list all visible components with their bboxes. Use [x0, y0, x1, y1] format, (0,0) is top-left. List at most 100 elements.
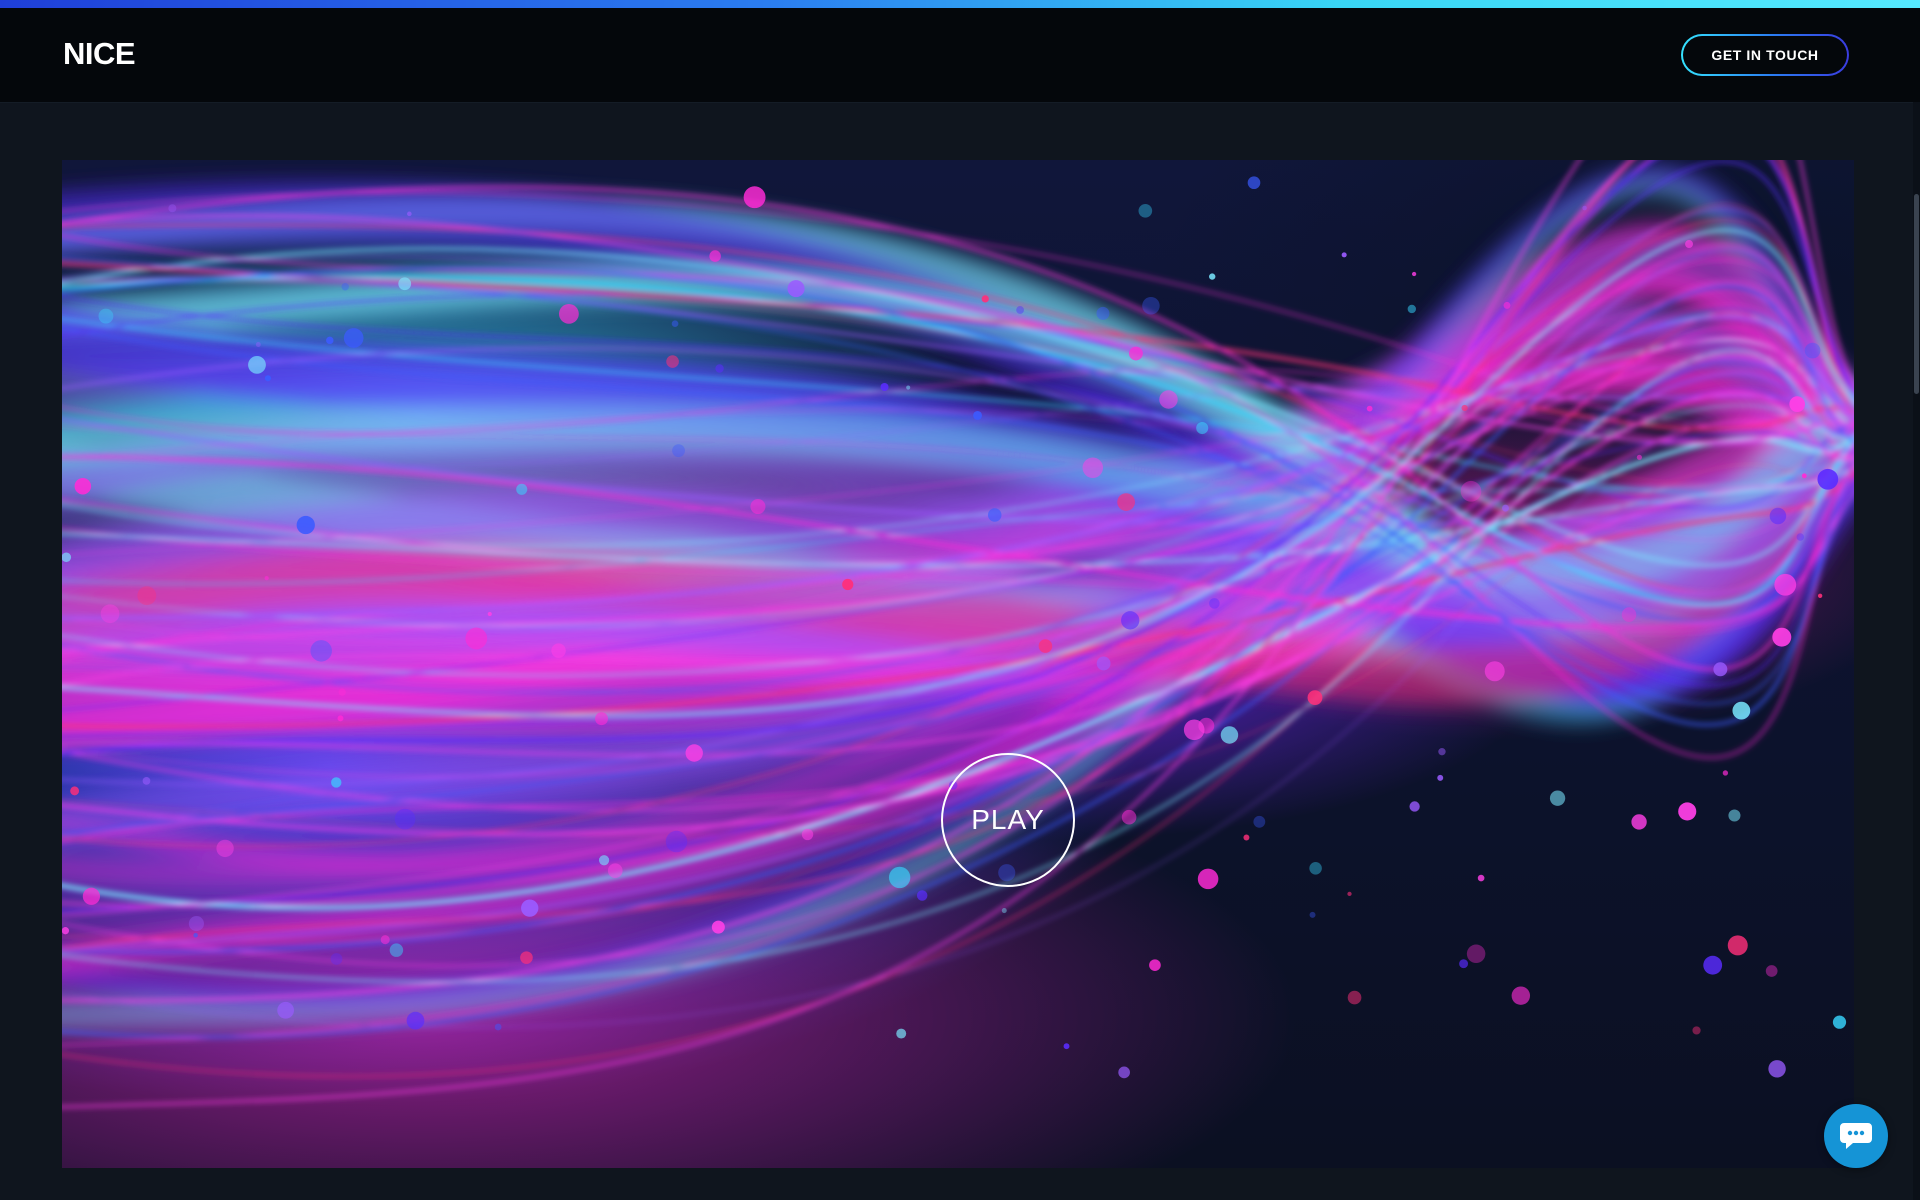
bokeh-particle — [880, 382, 889, 392]
bokeh-particle — [711, 920, 725, 934]
bokeh-particle — [1768, 1060, 1786, 1078]
bokeh-particle — [685, 744, 703, 762]
bokeh-particle — [310, 640, 332, 662]
bokeh-particle — [750, 498, 766, 515]
bokeh-particle — [1804, 342, 1821, 359]
bokeh-particle — [981, 295, 989, 303]
bokeh-particle — [1409, 801, 1420, 812]
bokeh-particle — [671, 320, 679, 328]
bokeh-particle — [330, 953, 343, 965]
bokeh-particle — [1309, 862, 1322, 875]
bokeh-particle — [1159, 390, 1178, 409]
top-accent-bar — [0, 0, 1920, 8]
bokeh-particle — [1796, 533, 1805, 541]
bokeh-particle — [193, 932, 198, 938]
bokeh-particle — [1366, 405, 1373, 412]
bokeh-particle — [1549, 790, 1566, 806]
bokeh-particle — [516, 483, 528, 495]
bokeh-particle — [1461, 404, 1468, 412]
bokeh-particle — [665, 830, 688, 853]
bokeh-particle — [1636, 454, 1642, 460]
bokeh-particle — [1466, 944, 1486, 964]
bokeh-particle — [264, 375, 272, 382]
bokeh-particle — [1477, 874, 1485, 882]
bokeh-particle — [1096, 656, 1111, 671]
bokeh-particle — [1727, 935, 1748, 956]
bokeh-particle — [1678, 802, 1697, 821]
bokeh-particle — [137, 586, 157, 606]
get-in-touch-button[interactable]: GET IN TOUCH — [1681, 34, 1849, 76]
page-scrollbar[interactable] — [1913, 102, 1920, 1200]
play-button[interactable]: PLAY — [941, 753, 1075, 887]
bokeh-particle — [296, 515, 315, 535]
bokeh-particle — [465, 627, 488, 650]
bokeh-particle — [1341, 252, 1347, 258]
bokeh-particle — [1142, 296, 1160, 315]
bokeh-particle — [74, 477, 92, 495]
bokeh-particle — [1728, 809, 1741, 822]
bokeh-particle — [1832, 1015, 1847, 1029]
bokeh-particle — [1197, 868, 1219, 890]
bokeh-particle — [277, 1001, 295, 1019]
bokeh-particle — [248, 355, 266, 374]
bokeh-particle — [1243, 834, 1250, 841]
bokeh-particle — [520, 951, 533, 964]
bokeh-particle — [558, 303, 579, 324]
bokeh-particle — [1407, 304, 1417, 314]
bokeh-particle — [1347, 990, 1362, 1005]
bokeh-particle — [743, 186, 766, 209]
bokeh-particle — [598, 855, 610, 866]
bokeh-particle — [1121, 611, 1140, 630]
bokeh-particle — [1038, 639, 1053, 653]
bokeh-particle — [551, 643, 566, 658]
chat-button[interactable] — [1824, 1104, 1888, 1168]
bokeh-particle — [1511, 986, 1531, 1005]
bokeh-particle — [607, 863, 623, 879]
bokeh-particle — [1138, 203, 1153, 218]
bokeh-particle — [1621, 607, 1637, 622]
bokeh-particle — [188, 915, 204, 932]
bokeh-particle — [1128, 346, 1143, 361]
bokeh-particle — [1769, 507, 1787, 525]
bokeh-particle — [331, 777, 342, 788]
bokeh-particle — [1459, 959, 1469, 969]
bokeh-particle — [709, 250, 721, 262]
bokeh-particle — [1703, 955, 1723, 975]
bokeh-particle — [1253, 815, 1266, 828]
bokeh-particle — [1801, 473, 1807, 479]
bokeh-particle — [1692, 1026, 1701, 1035]
bokeh-particle — [1016, 306, 1025, 314]
bokeh-particle — [380, 935, 390, 945]
nice-logo[interactable]: NICE — [63, 38, 136, 69]
bokeh-particle — [326, 336, 334, 345]
bokeh-particle — [896, 1028, 907, 1039]
bokeh-particle — [168, 204, 177, 213]
scrollbar-thumb[interactable] — [1914, 194, 1919, 394]
bokeh-particle — [1502, 504, 1509, 512]
bokeh-particle — [916, 890, 928, 901]
bokeh-particle — [1149, 959, 1161, 971]
bokeh-particle — [1460, 480, 1482, 502]
bokeh-particle — [1713, 662, 1728, 677]
bokeh-particle — [1503, 301, 1511, 309]
bokeh-particle — [1722, 770, 1729, 776]
bokeh-particle — [1309, 911, 1316, 918]
bokeh-particle — [216, 839, 234, 858]
bokeh-particle — [343, 328, 364, 348]
bokeh-particle — [398, 277, 412, 291]
bokeh-particle — [1117, 493, 1136, 511]
hero-video[interactable]: PLAY — [62, 160, 1854, 1168]
bokeh-particle — [787, 280, 805, 298]
bokeh-particle — [1732, 701, 1751, 720]
bokeh-particle — [100, 604, 120, 624]
bokeh-particle — [1082, 457, 1104, 478]
bokeh-particle — [1247, 176, 1261, 190]
bokeh-particle — [255, 342, 261, 347]
bokeh-particle — [666, 355, 679, 368]
bokeh-particle — [1063, 1043, 1070, 1050]
bokeh-particle — [973, 410, 983, 420]
chat-bubble-icon — [1840, 1123, 1872, 1149]
bokeh-particle — [62, 927, 70, 935]
bokeh-particle — [407, 211, 412, 217]
bokeh-particle — [906, 385, 911, 390]
